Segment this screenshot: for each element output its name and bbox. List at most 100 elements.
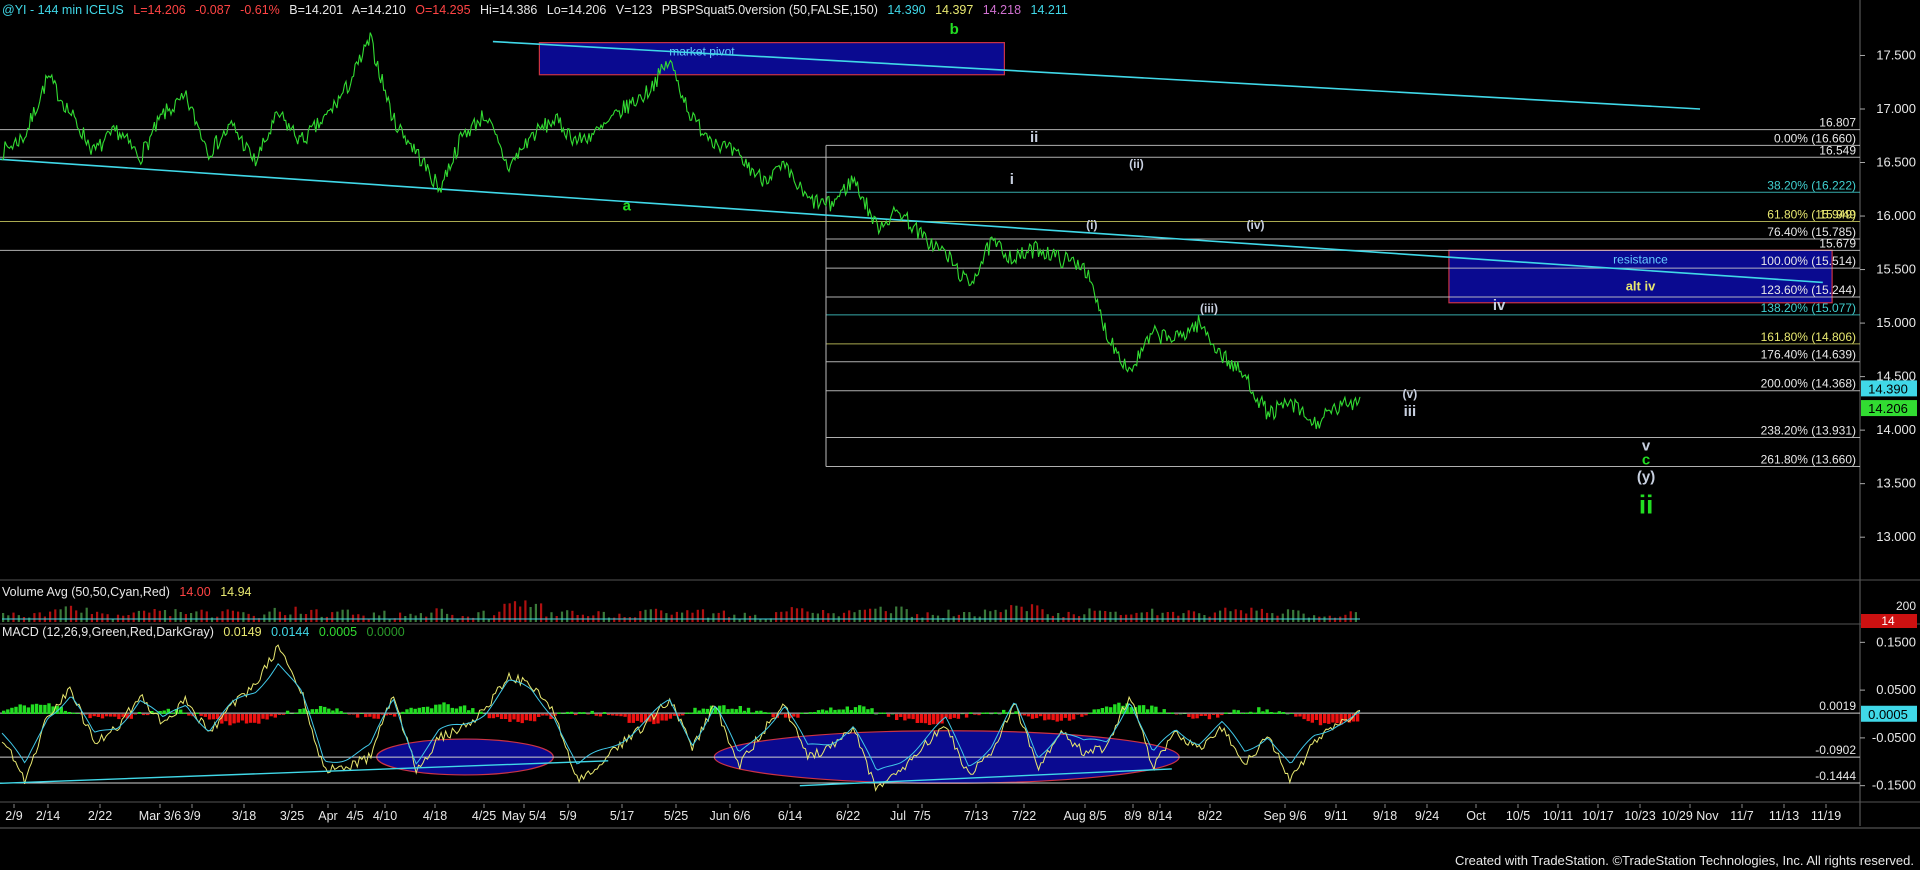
volume-bar bbox=[1266, 612, 1269, 622]
fib-retracement-label: 38.20% (16.222) bbox=[1767, 178, 1856, 192]
macd-histogram-bar bbox=[1002, 709, 1006, 714]
macd-histogram-bar bbox=[853, 707, 858, 714]
volume-bar bbox=[963, 612, 966, 622]
macd-histogram-bar bbox=[837, 709, 841, 714]
volume-bar bbox=[12, 612, 15, 622]
macd-histogram-bar bbox=[693, 707, 697, 714]
macd-histogram-bar bbox=[927, 714, 932, 725]
volume-bar bbox=[795, 608, 799, 622]
volume-bar bbox=[54, 609, 57, 622]
volume-bar bbox=[231, 610, 234, 622]
volume-bar bbox=[989, 611, 992, 622]
time-axis-label: Aug 8/5 bbox=[1063, 809, 1106, 823]
macd-histogram-bar bbox=[722, 705, 726, 714]
volume-bar bbox=[1140, 612, 1143, 622]
macd-value-d: 0.0000 bbox=[366, 625, 405, 639]
macd-histogram-bar bbox=[862, 706, 866, 714]
macd-histogram-bar bbox=[1298, 714, 1302, 717]
volume-bar bbox=[884, 611, 887, 622]
time-axis-label: May 5/4 bbox=[502, 809, 547, 823]
volume-bar bbox=[712, 613, 715, 622]
macd-histogram-bar bbox=[590, 710, 594, 714]
macd-histogram-bar bbox=[849, 710, 854, 714]
macd-histogram-bar bbox=[248, 714, 253, 723]
volume-bar bbox=[848, 610, 851, 622]
macd-histogram-bar bbox=[343, 712, 347, 714]
volume-bar bbox=[247, 613, 250, 622]
macd-axis-label: -0.1500 bbox=[1872, 778, 1916, 793]
macd-histogram-bar bbox=[639, 714, 644, 723]
macd-histogram-bar bbox=[615, 714, 619, 716]
macd-level-label: -0.0902 bbox=[1815, 743, 1856, 757]
macd-histogram-bar bbox=[882, 712, 886, 714]
time-axis-label: 6/22 bbox=[836, 809, 860, 823]
macd-histogram-bar bbox=[380, 714, 384, 715]
macd-histogram-bar bbox=[257, 714, 261, 724]
volume-bar bbox=[440, 608, 443, 622]
macd-histogram-bar bbox=[656, 714, 660, 724]
macd-histogram-bar bbox=[1178, 713, 1183, 715]
volume-bar bbox=[691, 612, 694, 622]
macd-histogram-bar bbox=[812, 712, 817, 714]
macd-histogram-bar bbox=[598, 714, 603, 717]
chart-canvas[interactable]: 17.50017.00016.50016.00015.50015.00014.5… bbox=[0, 0, 1920, 870]
volume-bar bbox=[205, 611, 208, 622]
price-axis-label: 15.000 bbox=[1876, 315, 1916, 330]
macd-histogram-bar bbox=[952, 714, 956, 718]
volume-bar bbox=[853, 612, 856, 622]
macd-histogram-bar bbox=[1109, 707, 1113, 714]
macd-histogram-bar bbox=[890, 713, 895, 715]
volume-bar bbox=[1114, 611, 1117, 622]
price-axis-label: 14.000 bbox=[1876, 422, 1916, 437]
macd-histogram-bar bbox=[265, 714, 269, 720]
volume-bar bbox=[999, 612, 1002, 622]
macd-histogram-bar bbox=[430, 708, 434, 714]
volume-bar bbox=[842, 612, 846, 622]
volume-bar bbox=[174, 609, 177, 622]
macd-histogram-bar bbox=[1113, 704, 1117, 714]
volume-bar bbox=[701, 609, 705, 622]
macd-histogram-bar bbox=[557, 712, 561, 714]
macd-histogram-bar bbox=[347, 714, 352, 715]
time-axis-label: 3/18 bbox=[232, 809, 256, 823]
macd-histogram-bar bbox=[360, 713, 364, 714]
macd-histogram-bar bbox=[1253, 712, 1257, 714]
macd-histogram-bar bbox=[1154, 706, 1158, 714]
time-axis-label: Apr bbox=[318, 809, 337, 823]
macd-histogram-bar bbox=[421, 707, 426, 714]
macd-level-label: -0.1444 bbox=[1815, 769, 1856, 783]
volume-bar bbox=[336, 611, 339, 622]
macd-histogram-bar bbox=[137, 712, 142, 714]
time-axis-label: 9/18 bbox=[1373, 809, 1397, 823]
volume-bar bbox=[85, 607, 88, 622]
macd-histogram-bar bbox=[726, 709, 730, 714]
macd-histogram-bar bbox=[1034, 714, 1039, 719]
volume-bar bbox=[623, 617, 626, 622]
volume-bar bbox=[367, 619, 370, 622]
macd-histogram-bar bbox=[368, 714, 372, 717]
volume-bar bbox=[409, 613, 412, 622]
volume-bar bbox=[780, 611, 783, 622]
macd-histogram-bar bbox=[895, 714, 899, 720]
macd-histogram-bar bbox=[1088, 712, 1092, 714]
volume-bar bbox=[1307, 617, 1310, 622]
macd-histogram-bar bbox=[450, 707, 454, 714]
time-axis-label: 10/23 bbox=[1624, 809, 1655, 823]
volume-bar bbox=[775, 612, 778, 622]
volume-bar bbox=[1161, 612, 1164, 622]
macd-histogram-bar bbox=[499, 714, 504, 719]
time-axis-label: 11/13 bbox=[1769, 809, 1799, 823]
volume-bar bbox=[654, 608, 658, 622]
macd-histogram-bar bbox=[96, 714, 100, 717]
volume-bar bbox=[926, 612, 929, 622]
price-axis-label: 13.500 bbox=[1876, 476, 1916, 491]
macd-histogram-bar bbox=[763, 712, 767, 714]
volume-bar bbox=[581, 614, 584, 622]
macd-histogram-bar bbox=[1281, 712, 1286, 714]
macd-histogram-bar bbox=[1257, 707, 1261, 714]
volume-bar bbox=[1302, 613, 1305, 622]
alt-iv-label: alt iv bbox=[1626, 278, 1656, 293]
volume-bar bbox=[1255, 610, 1258, 622]
macd-histogram-bar bbox=[541, 714, 545, 716]
macd-histogram-bar bbox=[261, 714, 265, 719]
